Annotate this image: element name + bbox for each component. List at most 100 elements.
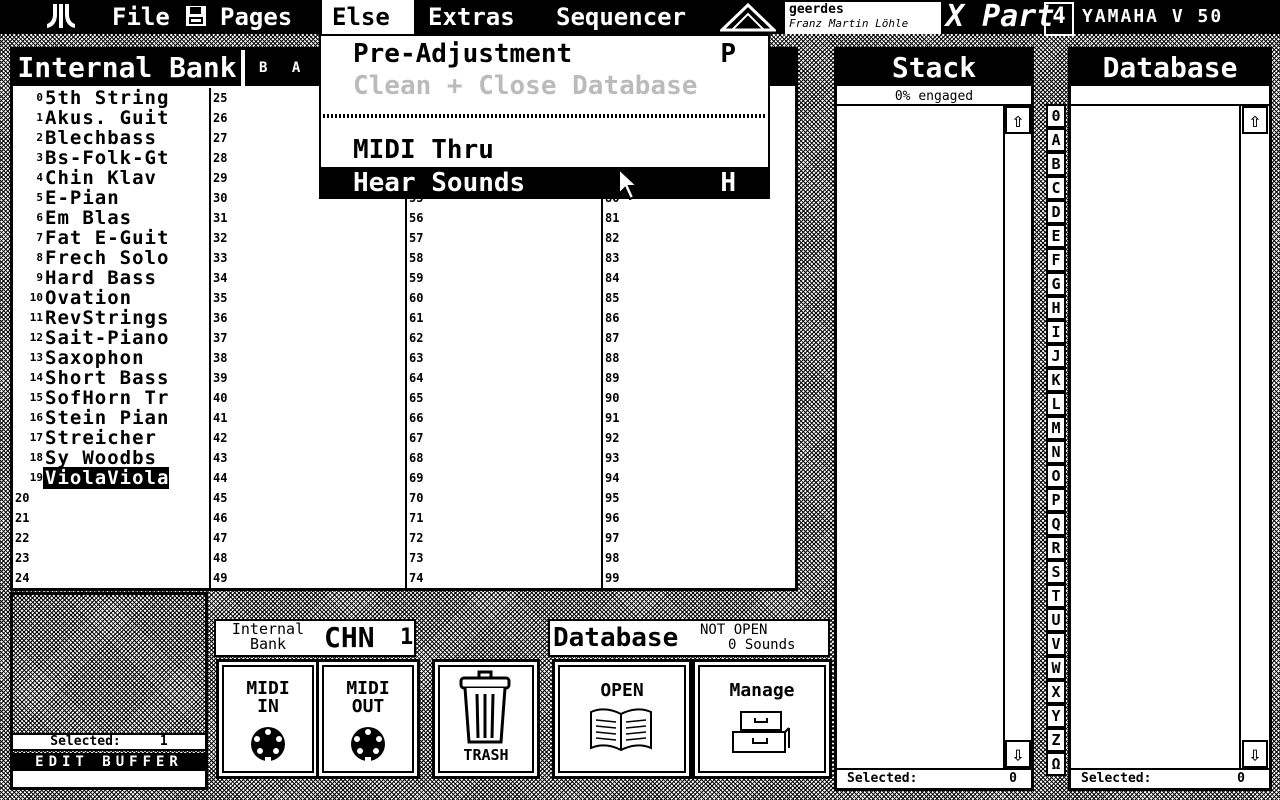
- empty-slot[interactable]: 24: [15, 568, 29, 588]
- alphabet-letter-button[interactable]: A: [1046, 128, 1066, 152]
- alphabet-letter-button[interactable]: P: [1046, 488, 1066, 512]
- empty-slot[interactable]: 82: [605, 228, 619, 248]
- empty-slot[interactable]: 83: [605, 248, 619, 268]
- alphabet-letter-button[interactable]: M: [1046, 416, 1066, 440]
- sound-slot[interactable]: 8 Frech Solo: [13, 248, 169, 268]
- scroll-down-icon[interactable]: ⇩: [1005, 740, 1031, 768]
- empty-slot[interactable]: 64: [409, 368, 423, 388]
- menu-file[interactable]: File: [112, 0, 208, 34]
- alphabet-letter-button[interactable]: J: [1046, 344, 1066, 368]
- empty-slot[interactable]: 72: [409, 528, 423, 548]
- empty-slot[interactable]: 63: [409, 348, 423, 368]
- scroll-up-icon[interactable]: ⇧: [1005, 106, 1031, 134]
- empty-slot[interactable]: 38: [213, 348, 227, 368]
- menu-item-pre-adjustment[interactable]: Pre-Adjustment P: [321, 38, 768, 70]
- sound-slot[interactable]: 15 SofHorn Tr: [13, 388, 169, 408]
- empty-slot[interactable]: 85: [605, 288, 619, 308]
- sound-slot[interactable]: 18 Sy Woodbs: [13, 448, 157, 468]
- empty-slot[interactable]: 30: [213, 188, 227, 208]
- sound-slot[interactable]: 1 Akus. Guit: [13, 108, 169, 128]
- sound-slot[interactable]: 6 Em Blas: [13, 208, 132, 228]
- empty-slot[interactable]: 86: [605, 308, 619, 328]
- sound-slot[interactable]: 9 Hard Bass: [13, 268, 157, 288]
- empty-slot[interactable]: 74: [409, 568, 423, 588]
- alphabet-letter-button[interactable]: Y: [1046, 704, 1066, 728]
- empty-slot[interactable]: 69: [409, 468, 423, 488]
- empty-slot[interactable]: 62: [409, 328, 423, 348]
- empty-slot[interactable]: 41: [213, 408, 227, 428]
- empty-slot[interactable]: 59: [409, 268, 423, 288]
- sound-slot[interactable]: 13 Saxophon: [13, 348, 145, 368]
- sound-slot[interactable]: 2 Blechbass: [13, 128, 157, 148]
- empty-slot[interactable]: 35: [213, 288, 227, 308]
- sound-slot[interactable]: 17 Streicher: [13, 428, 157, 448]
- alphabet-letter-button[interactable]: D: [1046, 200, 1066, 224]
- empty-slot[interactable]: 28: [213, 148, 227, 168]
- empty-slot[interactable]: 92: [605, 428, 619, 448]
- menu-extras[interactable]: Extras: [428, 0, 515, 34]
- alphabet-letter-button[interactable]: G: [1046, 272, 1066, 296]
- empty-slot[interactable]: 93: [605, 448, 619, 468]
- alphabet-letter-button[interactable]: 0: [1046, 104, 1066, 128]
- empty-slot[interactable]: 21: [15, 508, 29, 528]
- sound-slot[interactable]: 19 ViolaViola: [13, 467, 170, 489]
- empty-slot[interactable]: 87: [605, 328, 619, 348]
- scroll-down-icon[interactable]: ⇩: [1242, 740, 1268, 768]
- empty-slot[interactable]: 65: [409, 388, 423, 408]
- sound-slot[interactable]: 3 Bs-Folk-Gt: [13, 148, 169, 168]
- menu-pages[interactable]: Pages: [220, 0, 292, 34]
- alphabet-letter-button[interactable]: K: [1046, 368, 1066, 392]
- empty-slot[interactable]: 89: [605, 368, 619, 388]
- empty-slot[interactable]: 70: [409, 488, 423, 508]
- alphabet-letter-button[interactable]: X: [1046, 680, 1066, 704]
- empty-slot[interactable]: 96: [605, 508, 619, 528]
- empty-slot[interactable]: 57: [409, 228, 423, 248]
- alphabet-letter-button[interactable]: S: [1046, 560, 1066, 584]
- trash-button[interactable]: TRASH: [432, 659, 540, 779]
- empty-slot[interactable]: 40: [213, 388, 227, 408]
- alphabet-letter-button[interactable]: V: [1046, 632, 1066, 656]
- empty-slot[interactable]: 22: [15, 528, 29, 548]
- alphabet-letter-button[interactable]: O: [1046, 464, 1066, 488]
- empty-slot[interactable]: 20: [15, 488, 29, 508]
- alphabet-letter-button[interactable]: N: [1046, 440, 1066, 464]
- sound-slot[interactable]: 11 RevStrings: [13, 308, 169, 328]
- empty-slot[interactable]: 98: [605, 548, 619, 568]
- empty-slot[interactable]: 67: [409, 428, 423, 448]
- alphabet-letter-button[interactable]: Q: [1046, 512, 1066, 536]
- empty-slot[interactable]: 91: [605, 408, 619, 428]
- empty-slot[interactable]: 73: [409, 548, 423, 568]
- sound-slot[interactable]: 4 Chin Klav: [13, 168, 157, 188]
- empty-slot[interactable]: 42: [213, 428, 227, 448]
- alphabet-letter-button[interactable]: C: [1046, 176, 1066, 200]
- edit-buffer-slot[interactable]: [13, 771, 205, 787]
- alphabet-letter-button[interactable]: H: [1046, 296, 1066, 320]
- empty-slot[interactable]: 27: [213, 128, 227, 148]
- alphabet-letter-button[interactable]: W: [1046, 656, 1066, 680]
- empty-slot[interactable]: 37: [213, 328, 227, 348]
- empty-slot[interactable]: 39: [213, 368, 227, 388]
- sound-slot[interactable]: 14 Short Bass: [13, 368, 169, 388]
- stack-scrollbar[interactable]: ⇧ ⇩: [1003, 106, 1031, 768]
- alphabet-letter-button[interactable]: R: [1046, 536, 1066, 560]
- empty-slot[interactable]: 43: [213, 448, 227, 468]
- empty-slot[interactable]: 36: [213, 308, 227, 328]
- empty-slot[interactable]: 60: [409, 288, 423, 308]
- empty-slot[interactable]: 33: [213, 248, 227, 268]
- empty-slot[interactable]: 47: [213, 528, 227, 548]
- empty-slot[interactable]: 29: [213, 168, 227, 188]
- alphabet-letter-button[interactable]: T: [1046, 584, 1066, 608]
- empty-slot[interactable]: 32: [213, 228, 227, 248]
- empty-slot[interactable]: 94: [605, 468, 619, 488]
- alphabet-letter-button[interactable]: Ω: [1046, 752, 1066, 776]
- empty-slot[interactable]: 34: [213, 268, 227, 288]
- alphabet-letter-button[interactable]: Z: [1046, 728, 1066, 752]
- alphabet-letter-button[interactable]: B: [1046, 152, 1066, 176]
- midi-in-button[interactable]: MIDI IN: [216, 659, 320, 779]
- empty-slot[interactable]: 26: [213, 108, 227, 128]
- empty-slot[interactable]: 84: [605, 268, 619, 288]
- empty-slot[interactable]: 97: [605, 528, 619, 548]
- menu-else[interactable]: Else: [322, 0, 414, 34]
- empty-slot[interactable]: 66: [409, 408, 423, 428]
- empty-slot[interactable]: 48: [213, 548, 227, 568]
